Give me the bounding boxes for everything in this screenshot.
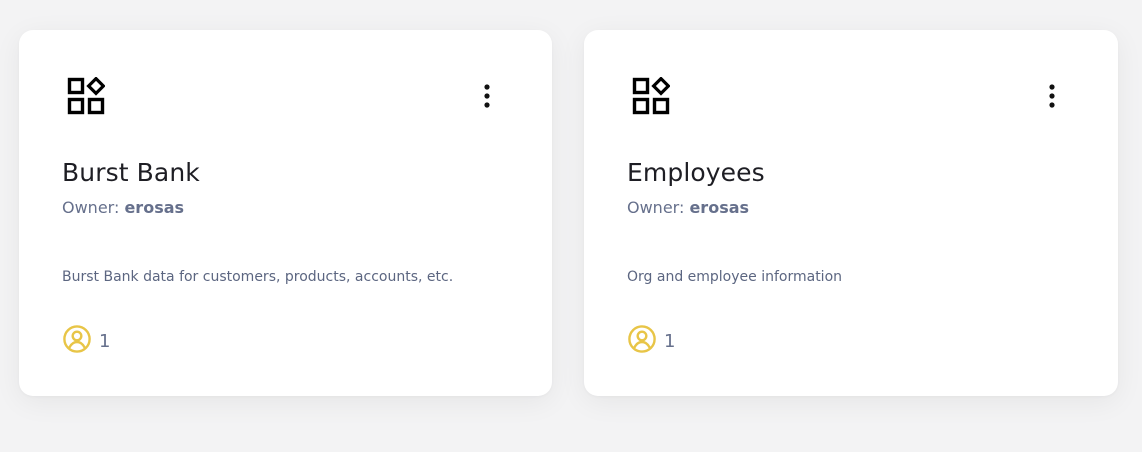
owner-name: erosas <box>689 198 750 217</box>
user-circle-icon <box>62 324 92 358</box>
card-title[interactable]: Employees <box>627 158 765 187</box>
kebab-menu-icon <box>484 84 490 108</box>
owner-name: erosas <box>124 198 185 217</box>
member-count: 1 <box>627 324 675 358</box>
card-menu-button[interactable] <box>474 80 500 112</box>
workspace-card[interactable]: Burst Bank Owner: erosas Burst Bank data… <box>19 30 552 396</box>
workspace-card[interactable]: Employees Owner: erosas Org and employee… <box>584 30 1118 396</box>
card-description: Org and employee information <box>627 269 843 285</box>
card-menu-button[interactable] <box>1039 80 1065 112</box>
owner-label: Owner: <box>627 198 685 217</box>
card-owner: Owner: erosas <box>627 198 749 217</box>
card-owner: Owner: erosas <box>62 198 184 217</box>
member-count-value: 1 <box>99 330 111 352</box>
card-title[interactable]: Burst Bank <box>62 158 200 187</box>
owner-label: Owner: <box>62 198 120 217</box>
shapes-icon <box>632 76 671 115</box>
workspace-card-grid: Burst Bank Owner: erosas Burst Bank data… <box>0 0 1142 452</box>
user-circle-icon <box>627 324 657 358</box>
member-count-value: 1 <box>664 330 676 352</box>
kebab-menu-icon <box>1049 84 1055 108</box>
member-count: 1 <box>62 324 110 358</box>
card-description: Burst Bank data for customers, products,… <box>62 269 454 285</box>
shapes-icon <box>67 76 106 115</box>
